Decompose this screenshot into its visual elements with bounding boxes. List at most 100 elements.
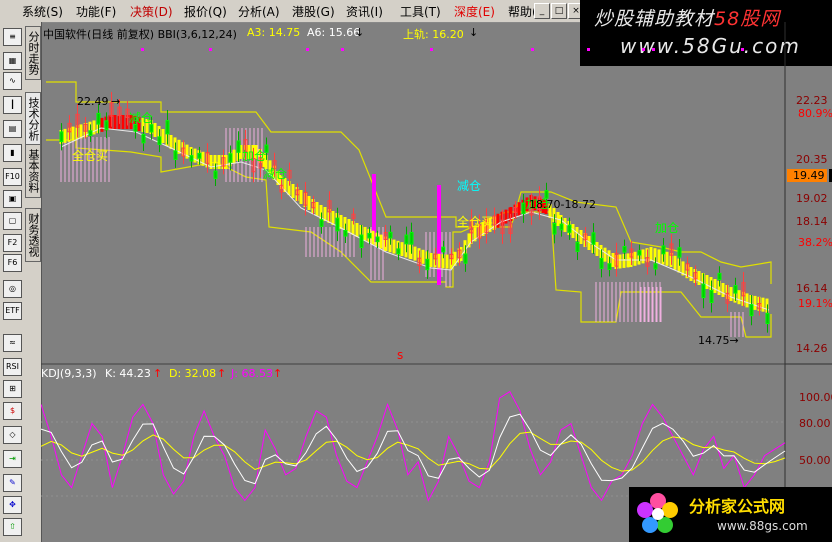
buy-signal-2: 全仓买 xyxy=(457,214,493,229)
watermark-88gs-title: 分析家公式网 xyxy=(689,497,786,516)
candle-body-144 xyxy=(607,263,612,270)
candle-body-142 xyxy=(599,257,604,269)
price-label: 22.23 xyxy=(796,94,828,107)
f2-icon[interactable]: F2 xyxy=(3,234,22,252)
tab-technical[interactable]: 技术分析 xyxy=(25,92,41,146)
bbi-bar-179 xyxy=(745,293,749,308)
grid-icon[interactable]: ▦ xyxy=(3,52,22,70)
range-annotation: 18.70-18.72 xyxy=(529,198,596,211)
up-arrow-icon[interactable]: ⇧ xyxy=(3,518,22,536)
candle-body-86 xyxy=(388,231,393,239)
bbi-bar-71 xyxy=(331,211,335,225)
chart-area[interactable]: 22.23 20.35 19.49 19.02 18.14 16.14 14.26 80.9%… xyxy=(41,22,832,542)
candle-body-34 xyxy=(189,155,194,162)
move-icon[interactable]: ✥ xyxy=(3,496,22,514)
tab-fundamentals[interactable]: 基本资料 xyxy=(25,144,41,198)
eraser-icon[interactable]: ◇ xyxy=(3,426,22,444)
exit-icon[interactable]: ⇥ xyxy=(3,450,22,468)
bbi-bar-11 xyxy=(100,117,104,132)
candle-body-122 xyxy=(521,202,526,215)
candle-body-172 xyxy=(717,272,722,280)
bbi-bar-141 xyxy=(595,242,599,256)
bar-chart-icon[interactable]: ▮ xyxy=(3,144,22,162)
kdj-level-label: 100.00 xyxy=(799,391,832,404)
pct-label: 19.1% xyxy=(798,297,832,310)
price-label: 16.14 xyxy=(796,282,828,295)
menu-decision[interactable]: 决策(D) xyxy=(130,3,173,20)
list-icon[interactable]: ≡ xyxy=(3,28,22,46)
bbi-bar-177 xyxy=(737,290,741,305)
candle-body-8 xyxy=(88,130,93,137)
kline-icon[interactable]: ┃ xyxy=(3,96,22,114)
pct-label: 80.9% xyxy=(798,107,832,120)
bbi-bar-157 xyxy=(657,249,661,264)
menu-info[interactable]: 资讯(I) xyxy=(346,3,383,20)
menu-hk[interactable]: 港股(G) xyxy=(292,3,335,20)
candle-body-44 xyxy=(228,153,233,163)
candle-body-140 xyxy=(591,232,596,245)
reduce-signal-cyan: 减仓 xyxy=(457,179,481,193)
candle-body-82 xyxy=(375,236,380,243)
document-icon[interactable]: ▢ xyxy=(3,212,22,230)
bbi-bar-25 xyxy=(153,123,157,137)
bbi-bar-183 xyxy=(761,297,765,312)
current-price-label: 19.49 xyxy=(793,169,825,182)
bbi-bar-5 xyxy=(79,124,83,139)
pencil-icon[interactable]: ✎ xyxy=(3,474,22,492)
menu-depth[interactable]: 深度(E) xyxy=(454,3,495,20)
top-marker-0 xyxy=(141,48,144,51)
candle-body-132 xyxy=(559,223,564,231)
table-icon[interactable]: ▤ xyxy=(3,120,22,138)
wave-icon[interactable]: ≈ xyxy=(3,334,22,352)
menu-tools[interactable]: 工具(T) xyxy=(400,3,441,20)
candle-body-168 xyxy=(701,283,706,299)
low-annotation: 14.75→ xyxy=(698,334,739,347)
watermark-88gs-url: www.88gs.com xyxy=(717,519,808,533)
candle-body-88 xyxy=(396,248,401,255)
bbi-bar-3 xyxy=(71,126,75,141)
candle-body-10 xyxy=(96,112,101,125)
kdj-k-arrow: ↑ xyxy=(153,367,163,380)
bbi-bar-73 xyxy=(339,215,343,229)
kdj-d-arrow: ↑ xyxy=(217,367,227,380)
menu-system[interactable]: 系统(S) xyxy=(22,3,63,20)
add-signal-1: 减仓 xyxy=(129,111,153,125)
dollar-icon[interactable]: $ xyxy=(3,402,22,420)
tab-financials[interactable]: 财务透视 xyxy=(25,208,41,262)
high-annotation: 22.49 xyxy=(77,95,109,108)
menu-analysis[interactable]: 分析(A) xyxy=(238,3,280,20)
main-title: 中国软件(日线 前复权) BBI(3,6,12,24) xyxy=(43,28,237,41)
bbi-bar-175 xyxy=(729,287,733,301)
calc-icon[interactable]: ⊞ xyxy=(3,380,22,398)
top-marker-8 xyxy=(652,48,655,51)
maximize-button[interactable]: □ xyxy=(551,3,567,19)
menu-quote[interactable]: 报价(Q) xyxy=(184,3,227,20)
bbi-bar-27 xyxy=(161,129,165,143)
doc-icon[interactable]: ▣ xyxy=(3,190,22,208)
top-marker-1 xyxy=(209,48,212,51)
bbi-bar-83 xyxy=(379,234,383,249)
bbi-bar-69 xyxy=(323,207,327,221)
candle-body-22 xyxy=(141,133,146,144)
etf-icon[interactable]: ETF xyxy=(3,302,22,320)
f6-icon[interactable]: F6 xyxy=(3,254,22,272)
tab-intraday[interactable]: 分时走势 xyxy=(25,26,41,80)
menu-function[interactable]: 功能(F) xyxy=(76,3,116,20)
bbi-bar-143 xyxy=(603,247,607,262)
candle-body-40 xyxy=(213,170,218,179)
rsi-icon[interactable]: RSI xyxy=(3,358,22,376)
f10-icon[interactable]: F10 xyxy=(3,168,22,186)
bbi-bar-79 xyxy=(363,226,367,241)
bbi-bar-121 xyxy=(517,202,521,217)
add-signal-2: 加仓 xyxy=(242,149,266,163)
zoom-icon[interactable]: ◎ xyxy=(3,280,22,298)
bbi-bar-75 xyxy=(347,219,351,233)
chart-canvas[interactable]: 22.23 20.35 19.49 19.02 18.14 16.14 14.26 80.9%… xyxy=(41,22,832,542)
signal-bar-2 xyxy=(437,185,441,285)
line-chart-icon[interactable]: ∿ xyxy=(3,72,22,90)
bbi-bar-181 xyxy=(753,295,757,310)
candle-body-68 xyxy=(319,219,324,227)
bbi-bar-147 xyxy=(618,254,622,269)
minimize-button[interactable]: _ xyxy=(534,3,550,19)
bbi-bar-159 xyxy=(665,251,669,266)
